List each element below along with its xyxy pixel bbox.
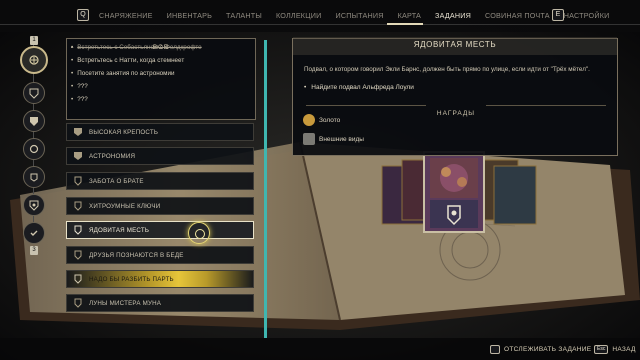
quest-row[interactable]: ЗАБОТА О БРАТЕ — [66, 172, 254, 190]
tab-0[interactable]: СНАРЯЖЕНИЕ — [92, 11, 160, 20]
back-hint[interactable]: Esc НАЗАД — [594, 345, 636, 354]
selection-cursor — [188, 222, 210, 244]
side-quest-icon — [73, 225, 83, 235]
rewards-header: НАГРАДЫ — [298, 100, 614, 119]
tab-6[interactable]: ЗАДАНИЯ — [428, 11, 478, 20]
reward-label: Золото — [319, 116, 341, 124]
active-tab-indicator — [387, 23, 423, 25]
tab-8[interactable]: НАСТРОЙКИ — [557, 11, 617, 20]
reward-item: Золото — [303, 114, 340, 126]
quest-label: ЯДОВИТАЯ МЕСТЬ — [89, 226, 150, 234]
side-quest-icon — [73, 201, 83, 211]
quest-label: ХИТРОУМНЫЕ КЛЮЧИ — [89, 202, 161, 210]
tab-1[interactable]: ИНВЕНТАРЬ — [160, 11, 219, 20]
quest-row-selected[interactable]: ЯДОВИТАЯ МЕСТЬ — [66, 221, 254, 239]
scrollbar-thumb[interactable] — [264, 40, 267, 338]
side-quest-icon — [73, 176, 83, 186]
detail-objective: Найдите подвал Альфреда Лоули — [304, 84, 414, 91]
tab-3[interactable]: КОЛЛЕКЦИИ — [269, 11, 328, 20]
tab-4[interactable]: ИСПЫТАНИЯ — [328, 11, 390, 20]
detail-title: ЯДОВИТАЯ МЕСТЬ — [413, 40, 497, 49]
house-icon[interactable] — [23, 82, 45, 104]
nav-divider — [0, 24, 640, 25]
quest-label: ВЫСОКАЯ КРЕПОСТЬ — [89, 128, 159, 136]
quest-row[interactable]: АСТРОНОМИЯ — [66, 147, 254, 165]
assignment-icon[interactable] — [23, 194, 45, 216]
cosmetic-cards — [381, 151, 537, 233]
tab-7[interactable]: СОВИНАЯ ПОЧТА — [478, 11, 557, 20]
side-quest-icon — [73, 274, 83, 284]
rewards-divider-left — [306, 105, 426, 106]
back-label: НАЗАД — [612, 346, 636, 353]
quest-row[interactable]: ХИТРОУМНЫЕ КЛЮЧИ — [66, 197, 254, 215]
quest-label: ЗАБОТА О БРАТЕ — [89, 177, 144, 185]
tab-2[interactable]: ТАЛАНТЫ — [219, 11, 269, 20]
prev-tab-key[interactable]: Q — [77, 9, 89, 21]
track-quest-hint[interactable]: ОТСЛЕЖИВАТЬ ЗАДАНИЕ — [490, 345, 591, 354]
quest-label: ДРУЗЬЯ ПОЗНАЮТСЯ В БЕДЕ — [89, 251, 184, 259]
tab-5[interactable]: КАРТА — [391, 11, 428, 20]
quest-row[interactable]: ЛУНЫ МИСТЕРА МУНА — [66, 294, 254, 312]
side-quest-icon[interactable] — [23, 166, 45, 188]
track-key-icon — [490, 345, 500, 354]
rewards-divider-right — [486, 105, 606, 106]
back-key: Esc — [594, 345, 609, 354]
all-quests-icon[interactable] — [20, 46, 48, 74]
reward-label: Внешние виды — [319, 135, 364, 143]
rail-up-key[interactable]: 1 — [30, 36, 38, 45]
side-quest-icon — [73, 298, 83, 308]
relationship-icon[interactable] — [23, 138, 45, 160]
next-tab-key[interactable]: E — [552, 9, 564, 21]
nav-tabs: СНАРЯЖЕНИЕ ИНВЕНТАРЬ ТАЛАНТЫ КОЛЛЕКЦИИ ИСПЫТ… — [92, 11, 616, 20]
objective-item: ??? — [71, 96, 88, 103]
objective-item: Посетите занятия по астрономии — [71, 70, 174, 77]
objective-item: Встретьтесь с Натти, когда стемнеет — [71, 57, 184, 64]
objective-item: Встретьтесь с Себастьяном в Фелдкрофте — [71, 44, 201, 51]
house-crest-icon — [73, 127, 83, 137]
quest-label: АСТРОНОМИЯ — [89, 152, 136, 160]
quest-row[interactable]: ВЫСОКАЯ КРЕПОСТЬ — [66, 123, 254, 141]
quest-row-highlighted[interactable]: НАДО БЫ РАЗБИТЬ ПАРТЬ — [66, 270, 254, 288]
quest-category-rail: 1 3 — [18, 36, 50, 255]
appearance-icon — [303, 133, 315, 145]
gold-coin-icon — [303, 114, 315, 126]
quest-row[interactable]: ДРУЗЬЯ ПОЗНАЮТСЯ В БЕДЕ — [66, 246, 254, 264]
rewards-header-label: НАГРАДЫ — [436, 110, 476, 117]
rail-down-key[interactable]: 3 — [30, 246, 38, 255]
reward-item: Внешние виды — [303, 133, 364, 145]
objective-item: ??? — [71, 83, 88, 90]
house-crest-icon — [73, 151, 83, 161]
quest-label: ЛУНЫ МИСТЕРА МУНА — [89, 299, 162, 307]
completed-icon[interactable] — [23, 222, 45, 244]
track-quest-label: ОТСЛЕЖИВАТЬ ЗАДАНИЕ — [504, 346, 592, 353]
side-quest-icon — [73, 250, 83, 260]
detail-description: Подвал, о котором говорил Экли Барнс, до… — [304, 66, 590, 73]
quest-label: НАДО БЫ РАЗБИТЬ ПАРТЬ — [89, 275, 174, 283]
main-quest-icon[interactable] — [23, 110, 45, 132]
